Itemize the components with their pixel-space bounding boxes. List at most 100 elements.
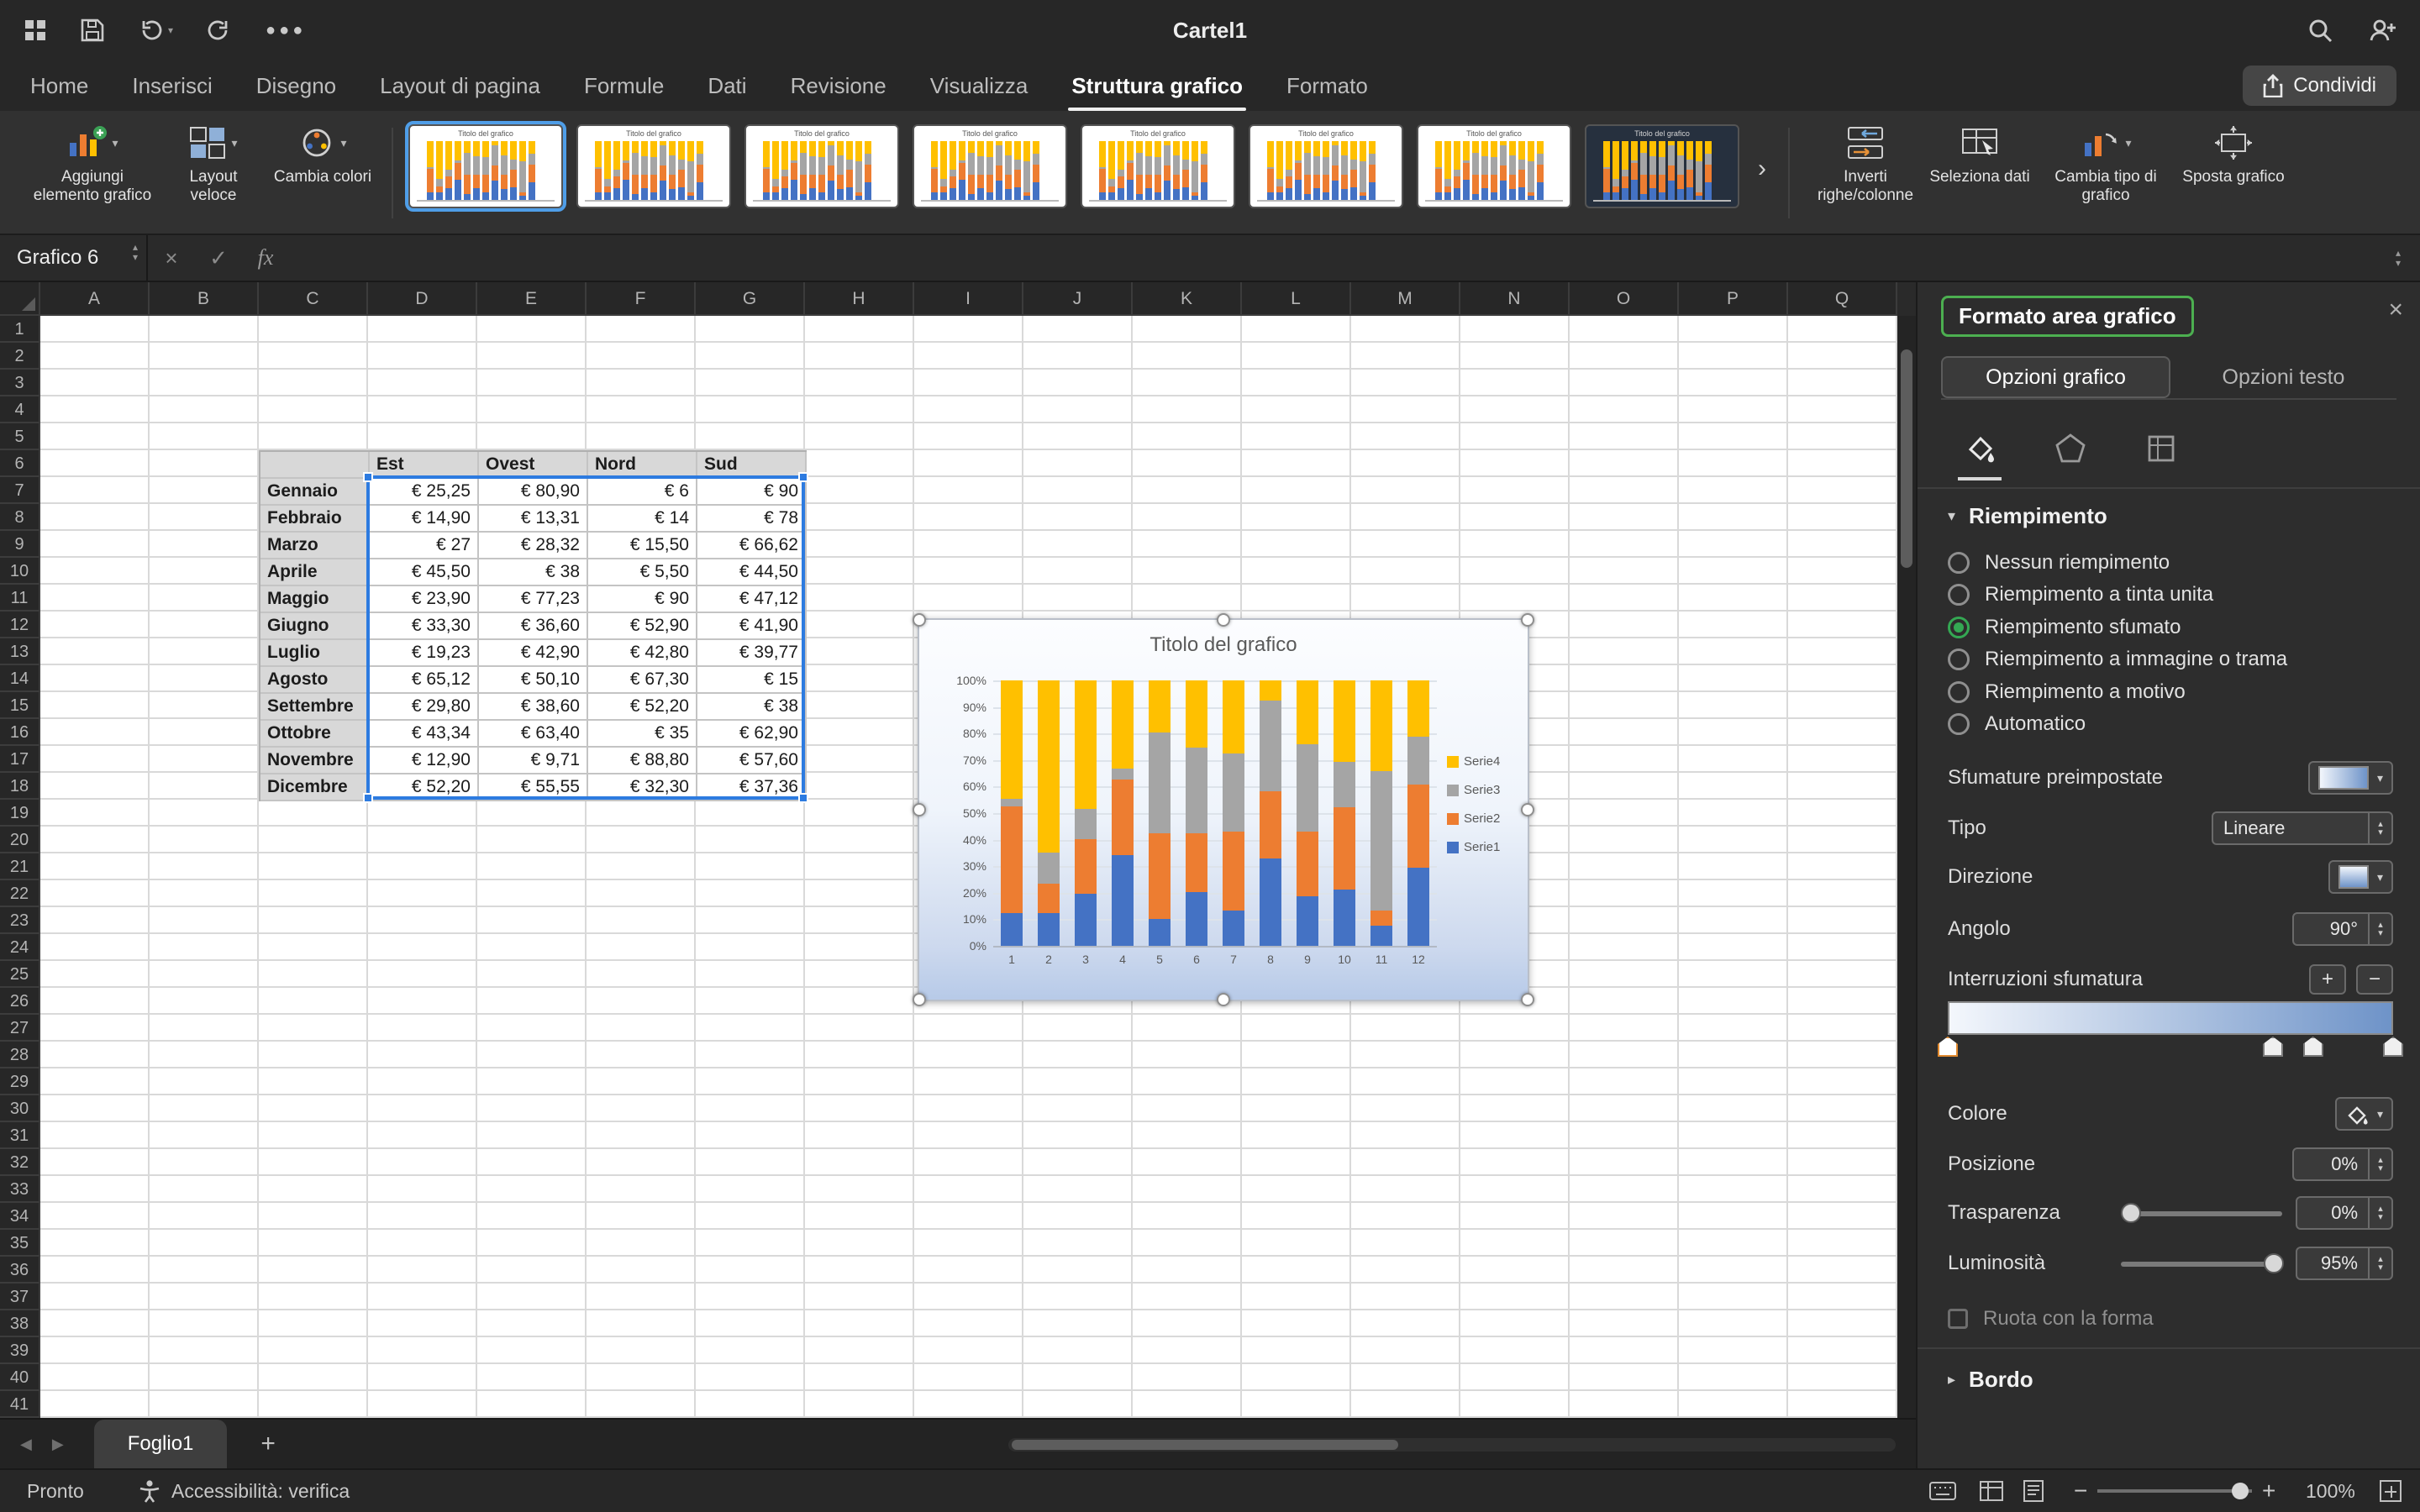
- row-header-24[interactable]: 24: [0, 934, 39, 961]
- chart-resize-handle[interactable]: [913, 613, 926, 627]
- column-header-C[interactable]: C: [259, 282, 368, 316]
- table-cell[interactable]: € 39,77: [697, 640, 807, 667]
- table-cell[interactable]: € 36,60: [479, 613, 588, 640]
- table-cell[interactable]: € 15: [697, 667, 807, 694]
- horizontal-scrollbar[interactable]: [1008, 1438, 1896, 1452]
- stepper-icon[interactable]: ▴▾: [2368, 1198, 2391, 1228]
- row-header-25[interactable]: 25: [0, 961, 39, 988]
- table-cell[interactable]: € 38: [697, 694, 807, 721]
- column-header-K[interactable]: K: [1133, 282, 1242, 316]
- table-cell[interactable]: € 67,30: [588, 667, 697, 694]
- table-cell[interactable]: € 43,34: [370, 721, 479, 748]
- bar-serie1-cat3[interactable]: [1075, 894, 1097, 946]
- bar-serie4-cat8[interactable]: [1260, 680, 1281, 701]
- bar-serie3-cat7[interactable]: [1223, 753, 1244, 832]
- column-header-M[interactable]: M: [1351, 282, 1460, 316]
- table-cell[interactable]: € 29,80: [370, 694, 479, 721]
- normal-view-icon[interactable]: [1980, 1481, 2003, 1501]
- row-header-13[interactable]: 13: [0, 638, 39, 665]
- ribbon-tab-formato[interactable]: Formato: [1286, 73, 1368, 99]
- gradient-stop-4[interactable]: [2383, 1037, 2403, 1057]
- column-header-O[interactable]: O: [1570, 282, 1679, 316]
- bar-serie3-cat9[interactable]: [1297, 744, 1318, 832]
- table-cell[interactable]: € 14: [588, 506, 697, 533]
- close-icon[interactable]: ×: [2388, 296, 2403, 324]
- table-cell[interactable]: Sud: [697, 452, 807, 479]
- fit-view-icon[interactable]: [2380, 1480, 2402, 1502]
- bar-serie4-cat10[interactable]: [1334, 680, 1355, 762]
- table-cell[interactable]: € 77,23: [479, 586, 588, 613]
- add-chart-element-button[interactable]: ▾ Aggiungi elemento grafico: [27, 121, 158, 205]
- table-cell[interactable]: € 63,40: [479, 721, 588, 748]
- table-cell[interactable]: € 15,50: [588, 533, 697, 559]
- horizontal-scrollbar-thumb[interactable]: [1012, 1440, 1398, 1450]
- transparency-slider[interactable]: [2121, 1203, 2282, 1223]
- table-cell[interactable]: € 41,90: [697, 613, 807, 640]
- column-header-D[interactable]: D: [368, 282, 477, 316]
- row-header-26[interactable]: 26: [0, 988, 39, 1015]
- bar-serie2-cat6[interactable]: [1186, 833, 1207, 892]
- table-cell[interactable]: € 62,90: [697, 721, 807, 748]
- change-colors-button[interactable]: ▾ Cambia colori: [269, 121, 376, 186]
- row-header-39[interactable]: 39: [0, 1337, 39, 1364]
- zoom-level[interactable]: 100%: [2306, 1480, 2355, 1503]
- bar-serie2-cat2[interactable]: [1038, 884, 1060, 913]
- fill-option-1[interactable]: Nessun riempimento: [1948, 544, 2393, 581]
- keyboard-icon[interactable]: [1929, 1482, 1956, 1500]
- table-cell[interactable]: € 57,60: [697, 748, 807, 774]
- sheet-prev-icon[interactable]: ◀: [20, 1436, 32, 1453]
- table-cell[interactable]: Settembre: [260, 694, 370, 721]
- row-header-11[interactable]: 11: [0, 585, 39, 612]
- column-header-P[interactable]: P: [1679, 282, 1788, 316]
- bar-serie4-cat2[interactable]: [1038, 680, 1060, 853]
- table-cell[interactable]: € 35: [588, 721, 697, 748]
- table-cell[interactable]: € 38: [479, 559, 588, 586]
- chart-resize-handle[interactable]: [913, 993, 926, 1006]
- transparency-input[interactable]: 0% ▴▾: [2296, 1196, 2393, 1230]
- row-header-35[interactable]: 35: [0, 1230, 39, 1257]
- bar-serie2-cat11[interactable]: [1370, 911, 1392, 926]
- row-header-31[interactable]: 31: [0, 1122, 39, 1149]
- table-cell[interactable]: € 42,90: [479, 640, 588, 667]
- row-header-29[interactable]: 29: [0, 1068, 39, 1095]
- bar-serie3-cat8[interactable]: [1260, 701, 1281, 791]
- quick-layout-button[interactable]: ▾ Layout veloce: [165, 121, 262, 205]
- table-cell[interactable]: Marzo: [260, 533, 370, 559]
- row-header-1[interactable]: 1: [0, 316, 39, 343]
- select-data-button[interactable]: Seleziona dati: [1929, 121, 2030, 186]
- table-cell[interactable]: € 47,12: [697, 586, 807, 613]
- chart-style-3[interactable]: Titolo del grafico: [744, 124, 899, 208]
- table-cell[interactable]: Luglio: [260, 640, 370, 667]
- color-dropdown[interactable]: ▾: [2335, 1097, 2393, 1131]
- column-header-B[interactable]: B: [150, 282, 259, 316]
- gradient-direction-dropdown[interactable]: ▾: [2328, 860, 2393, 894]
- brightness-slider[interactable]: [2121, 1253, 2282, 1273]
- bar-serie3-cat5[interactable]: [1149, 732, 1171, 832]
- column-header-A[interactable]: A: [40, 282, 150, 316]
- bar-serie2-cat4[interactable]: [1112, 780, 1134, 855]
- column-header-G[interactable]: G: [696, 282, 805, 316]
- chart-style-1[interactable]: Titolo del grafico: [408, 124, 563, 208]
- bar-serie1-cat7[interactable]: [1223, 911, 1244, 946]
- slider-knob[interactable]: [2121, 1203, 2141, 1223]
- bar-serie4-cat7[interactable]: [1223, 680, 1244, 753]
- gradient-type-dropdown[interactable]: Lineare ▴▾: [2212, 811, 2393, 845]
- bar-serie3-cat6[interactable]: [1186, 748, 1207, 832]
- ribbon-tab-revisione[interactable]: Revisione: [791, 73, 886, 99]
- chart-style-4[interactable]: Titolo del grafico: [913, 124, 1067, 208]
- name-box[interactable]: Grafico 6 ▴▾: [0, 235, 148, 281]
- row-header-6[interactable]: 6: [0, 450, 39, 477]
- table-cell[interactable]: € 27: [370, 533, 479, 559]
- chart-style-5[interactable]: Titolo del grafico: [1081, 124, 1235, 208]
- row-header-14[interactable]: 14: [0, 665, 39, 692]
- row-header-17[interactable]: 17: [0, 746, 39, 773]
- row-header-8[interactable]: 8: [0, 504, 39, 531]
- ribbon-tab-inserisci[interactable]: Inserisci: [132, 73, 212, 99]
- row-header-32[interactable]: 32: [0, 1149, 39, 1176]
- zoom-slider-knob[interactable]: [2232, 1483, 2249, 1499]
- sheet-next-icon[interactable]: ▶: [52, 1436, 64, 1453]
- ribbon-tab-visualizza[interactable]: Visualizza: [930, 73, 1028, 99]
- bar-serie4-cat4[interactable]: [1112, 680, 1134, 769]
- row-header-2[interactable]: 2: [0, 343, 39, 370]
- row-header-36[interactable]: 36: [0, 1257, 39, 1284]
